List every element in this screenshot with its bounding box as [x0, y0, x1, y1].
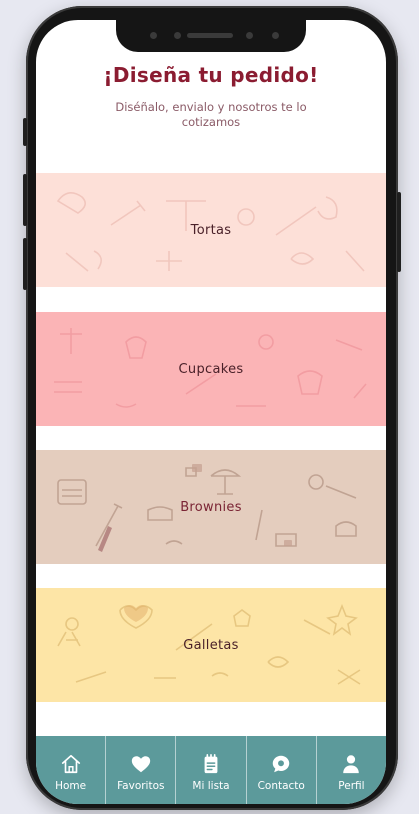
category-banner-tortas[interactable]: Tortas [36, 173, 386, 287]
page-title: ¡Diseña tu pedido! [103, 63, 319, 87]
nav-item-perfil[interactable]: Perfil [317, 736, 386, 804]
nav-item-home[interactable]: Home [36, 736, 107, 804]
nav-label: Favoritos [117, 779, 165, 792]
camera-dot [174, 32, 181, 39]
page-subtitle: Diséñalo, envialo y nosotros te lo cotiz… [115, 100, 307, 129]
nav-label: Mi lista [192, 779, 230, 792]
phone-screen: ¡Diseña tu pedido! Diséñalo, envialo y n… [36, 20, 386, 804]
user-icon [343, 754, 360, 773]
phone-mute-button [23, 118, 27, 146]
speaker-grille [187, 33, 233, 38]
sensor-dot [150, 32, 157, 39]
bottom-nav: Home Favoritos Mi lista Contacto Perfil [36, 736, 386, 804]
category-label: Cupcakes [178, 361, 244, 377]
phone-volume-up-button [23, 174, 27, 226]
nav-item-mi-lista[interactable]: Mi lista [176, 736, 247, 804]
phone-power-button [397, 192, 401, 272]
chat-bubble-icon [272, 755, 290, 772]
phone-volume-down-button [23, 238, 27, 290]
category-label: Brownies [180, 499, 242, 515]
notepad-icon [204, 753, 218, 773]
page-header: ¡Diseña tu pedido! Diséñalo, envialo y n… [36, 62, 386, 130]
nav-label: Home [55, 779, 87, 792]
nav-label: Perfil [338, 779, 365, 792]
category-banner-brownies[interactable]: Brownies [36, 450, 386, 564]
category-label: Tortas [190, 222, 232, 238]
phone-notch [116, 20, 306, 52]
heart-icon [131, 755, 150, 772]
sensor-dot [246, 32, 253, 39]
sensor-dot [272, 32, 279, 39]
home-icon [61, 754, 80, 773]
category-label: Galletas [183, 637, 239, 653]
nav-item-favoritos[interactable]: Favoritos [106, 736, 177, 804]
nav-label: Contacto [257, 779, 305, 792]
stage: ¡Diseña tu pedido! Diséñalo, envialo y n… [0, 0, 419, 814]
category-banner-cupcakes[interactable]: Cupcakes [36, 312, 386, 426]
nav-item-contacto[interactable]: Contacto [247, 736, 317, 804]
category-banner-galletas[interactable]: Galletas [36, 588, 386, 702]
